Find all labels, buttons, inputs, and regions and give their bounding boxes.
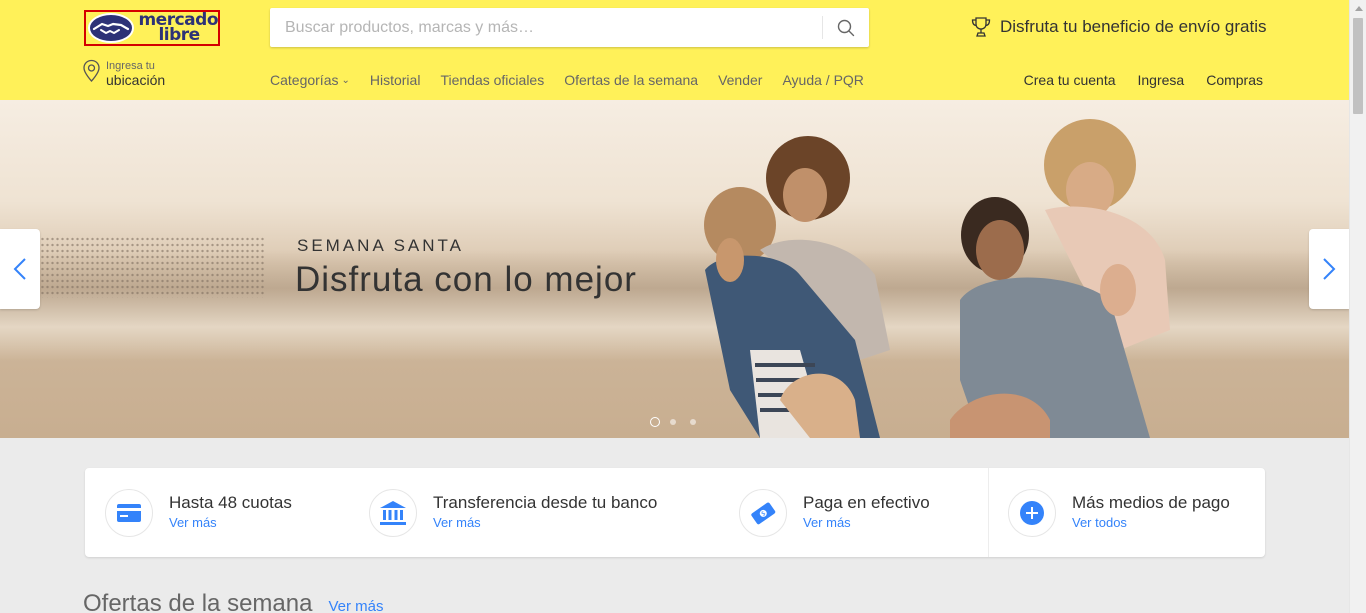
carousel-pager bbox=[650, 417, 710, 427]
payment-link[interactable]: Ver más bbox=[169, 513, 292, 533]
create-account-link[interactable]: Crea tu cuenta bbox=[1024, 72, 1116, 88]
page-scrollbar[interactable] bbox=[1349, 0, 1366, 613]
scroll-up-arrow-icon[interactable] bbox=[1350, 0, 1366, 17]
nav-official-stores[interactable]: Tiendas oficiales bbox=[440, 72, 544, 88]
location-value: ubicación bbox=[106, 72, 166, 88]
trophy-icon bbox=[971, 17, 991, 37]
bank-icon bbox=[369, 488, 417, 537]
payment-installments[interactable]: Hasta 48 cuotas Ver más bbox=[105, 468, 292, 557]
user-nav: Crea tu cuenta Ingresa Compras bbox=[1002, 72, 1263, 88]
carousel-dot-3[interactable] bbox=[690, 419, 696, 425]
payment-link[interactable]: Ver más bbox=[803, 513, 930, 533]
free-shipping-promo[interactable]: Disfruta tu beneficio de envío gratis bbox=[970, 16, 1266, 38]
hero-title: Disfruta con lo mejor bbox=[295, 260, 637, 299]
scrollbar-thumb[interactable] bbox=[1353, 18, 1363, 114]
hero-people-illustration bbox=[704, 119, 1170, 438]
payment-cash[interactable]: $ Paga en efectivo Ver más bbox=[739, 468, 930, 557]
search-bar bbox=[270, 8, 869, 47]
promo-text: Disfruta tu beneficio de envío gratis bbox=[1000, 17, 1267, 36]
see-more-link[interactable]: Ver más bbox=[328, 598, 383, 613]
hero-carousel[interactable]: SEMANA SANTA Disfruta con lo mejor bbox=[0, 100, 1349, 438]
section-title: Ofertas de la semana bbox=[83, 590, 313, 613]
nav-help[interactable]: Ayuda / PQR bbox=[782, 72, 863, 88]
payment-divider bbox=[988, 468, 989, 557]
plus-circle-icon bbox=[1008, 488, 1056, 537]
hero-dot-pattern bbox=[40, 236, 264, 298]
carousel-dot-2[interactable] bbox=[670, 419, 676, 425]
search-icon bbox=[837, 19, 855, 36]
cash-icon: $ bbox=[739, 488, 787, 537]
login-link[interactable]: Ingresa bbox=[1138, 72, 1185, 88]
payment-title: Hasta 48 cuotas bbox=[169, 492, 292, 512]
nav-categories-label: Categorías bbox=[270, 72, 339, 88]
credit-card-icon bbox=[105, 488, 153, 537]
location-label: Ingresa tu bbox=[106, 60, 155, 72]
payment-title: Paga en efectivo bbox=[803, 492, 930, 512]
handshake-icon bbox=[88, 13, 135, 43]
nav-sell[interactable]: Vender bbox=[718, 72, 762, 88]
mercadolibre-logo[interactable]: mercado libre bbox=[84, 10, 220, 46]
site-header: mercado libre Disfruta tu beneficio de e… bbox=[0, 0, 1349, 100]
chevron-down-icon: ⌄ bbox=[341, 74, 350, 86]
location-selector[interactable]: Ingresa tu ubicación bbox=[82, 59, 165, 87]
nav-weekly-offers[interactable]: Ofertas de la semana bbox=[564, 72, 698, 88]
nav-categories[interactable]: Categorías ⌄ bbox=[270, 72, 350, 88]
payment-bank-transfer[interactable]: Transferencia desde tu banco Ver más bbox=[369, 468, 657, 557]
location-pin-icon bbox=[83, 59, 100, 82]
chevron-right-icon bbox=[1323, 258, 1336, 280]
chevron-left-icon bbox=[13, 258, 26, 280]
hero-kicker: SEMANA SANTA bbox=[297, 236, 464, 255]
payment-link[interactable]: Ver todos bbox=[1072, 513, 1230, 533]
payment-title: Transferencia desde tu banco bbox=[433, 492, 658, 512]
payment-more-methods[interactable]: Más medios de pago Ver todos bbox=[1008, 468, 1230, 557]
carousel-next-button[interactable] bbox=[1309, 229, 1349, 309]
payment-link[interactable]: Ver más bbox=[433, 513, 657, 533]
purchases-link[interactable]: Compras bbox=[1206, 72, 1263, 88]
logo-line-2: libre bbox=[158, 25, 200, 45]
carousel-dot-1[interactable] bbox=[650, 417, 660, 427]
payment-methods-card: Hasta 48 cuotas Ver más Transferencia de… bbox=[85, 468, 1265, 557]
search-button[interactable] bbox=[823, 8, 869, 47]
logo-wordmark: mercado libre bbox=[138, 12, 218, 45]
main-nav: Categorías ⌄ Historial Tiendas oficiales… bbox=[270, 72, 884, 88]
payment-title: Más medios de pago bbox=[1072, 492, 1230, 512]
weekly-offers-heading: Ofertas de la semana Ver más bbox=[83, 590, 383, 613]
search-input[interactable] bbox=[270, 8, 822, 47]
nav-history[interactable]: Historial bbox=[370, 72, 421, 88]
carousel-prev-button[interactable] bbox=[0, 229, 40, 309]
